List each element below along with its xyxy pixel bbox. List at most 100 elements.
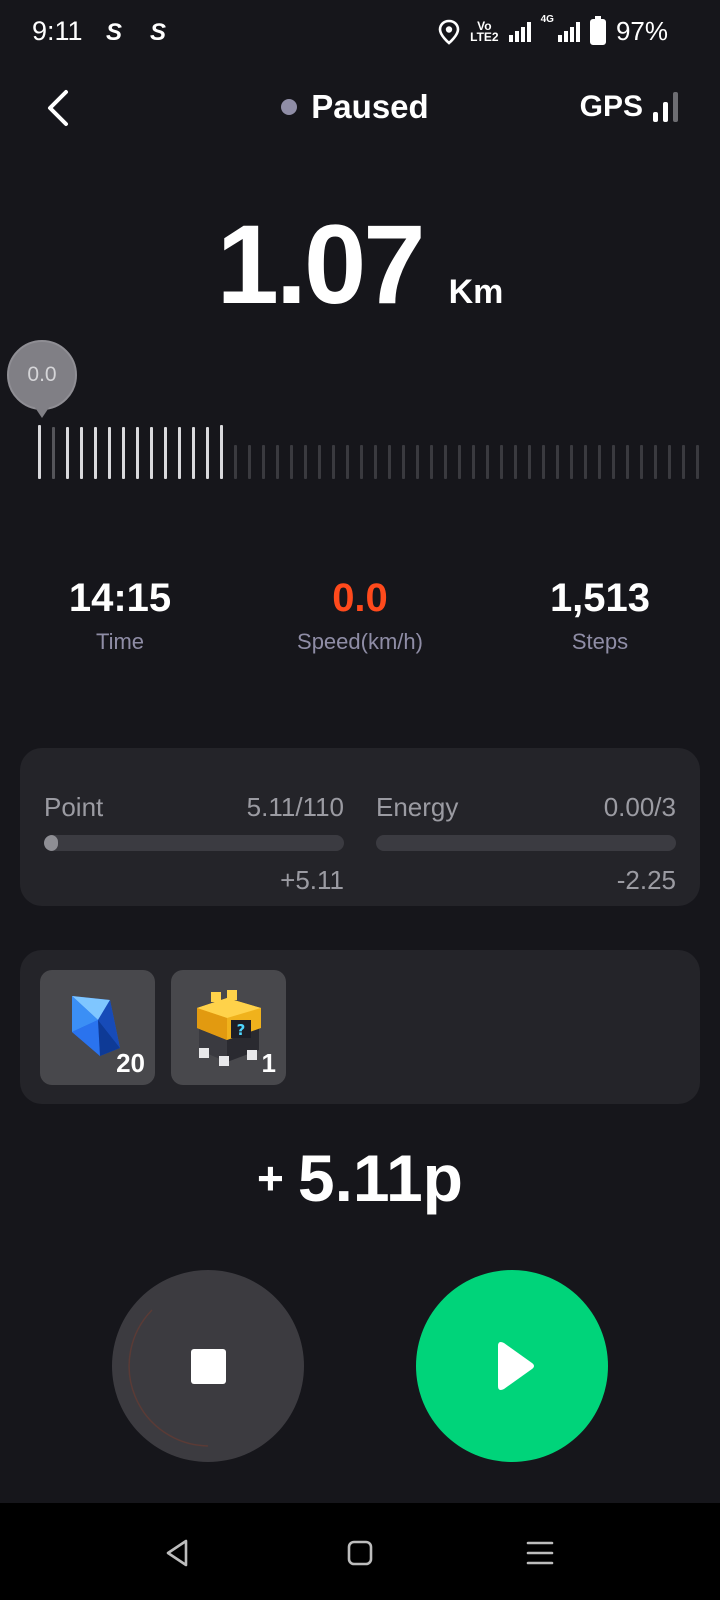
battery-icon bbox=[589, 15, 606, 45]
status-dot-icon bbox=[281, 99, 298, 115]
gauge-tick bbox=[668, 445, 671, 479]
nav-menu-button[interactable] bbox=[520, 1533, 560, 1573]
status-bar: 9:11 S S Vo LTE2 4G 97% bbox=[0, 0, 720, 66]
gauge-tick bbox=[164, 427, 167, 479]
play-icon bbox=[498, 1342, 534, 1390]
gauge-tick bbox=[192, 427, 195, 479]
gauge-tick bbox=[206, 427, 209, 479]
gauge-tick bbox=[430, 445, 433, 479]
point-progress-fill bbox=[44, 835, 58, 851]
gauge-tick bbox=[416, 445, 419, 479]
gauge-tick bbox=[66, 427, 69, 479]
point-value: 5.11/110 bbox=[246, 792, 344, 822]
triangle-back-icon bbox=[166, 1539, 188, 1567]
header: Paused GPS bbox=[0, 80, 720, 136]
gauge-tick bbox=[178, 427, 181, 479]
distance-unit: Km bbox=[448, 273, 504, 311]
gauge-tick bbox=[346, 445, 349, 479]
gauge-tick bbox=[444, 445, 447, 479]
gauge-tick bbox=[108, 427, 111, 479]
gauge-tick bbox=[374, 445, 377, 479]
gps-signal-bar bbox=[673, 92, 678, 122]
location-icon bbox=[438, 19, 460, 45]
gauge-tick bbox=[122, 427, 125, 479]
speed-bubble-pointer bbox=[34, 406, 50, 418]
gauge-tick bbox=[570, 445, 573, 479]
gps-indicator: GPS bbox=[580, 90, 678, 124]
app-notification-icon: S bbox=[150, 19, 167, 46]
gauge-tick bbox=[52, 427, 55, 479]
gauge-tick bbox=[696, 445, 699, 479]
earned-points: +5.11p bbox=[0, 1140, 720, 1216]
gauge-tick bbox=[248, 445, 251, 479]
square-home-icon bbox=[347, 1540, 373, 1566]
app-notification-icon: S bbox=[106, 19, 123, 46]
point-progress: Point 5.11/110 +5.11 bbox=[44, 792, 344, 896]
gauge-tick bbox=[290, 445, 293, 479]
energy-value: 0.00/3 bbox=[603, 792, 676, 822]
point-label: Point bbox=[44, 792, 104, 822]
gauge-tick bbox=[458, 445, 461, 479]
energy-progress-bar bbox=[376, 835, 676, 851]
gps-label: GPS bbox=[579, 90, 643, 123]
reward-item-gem[interactable]: 20 bbox=[40, 970, 155, 1085]
volte-icon: Vo LTE2 bbox=[470, 18, 499, 44]
energy-progress: Energy 0.00/3 -2.25 bbox=[376, 792, 676, 896]
gps-signal-bar bbox=[663, 102, 668, 122]
gauge-tick bbox=[402, 445, 405, 479]
distance-value: 1.07 bbox=[216, 202, 426, 327]
gauge-tick bbox=[584, 445, 587, 479]
battery-percent: 97% bbox=[615, 16, 668, 46]
gauge-tick bbox=[38, 425, 41, 479]
stat-steps: 1,513 Steps bbox=[480, 576, 720, 655]
steps-value: 1,513 bbox=[549, 576, 651, 620]
speed-bubble: 0.0 bbox=[7, 340, 77, 410]
earned-value: 5.11p bbox=[297, 1141, 463, 1215]
reward-item-box[interactable]: ? 1 bbox=[171, 970, 286, 1085]
gauge-tick bbox=[626, 445, 629, 479]
gauge-tick bbox=[542, 445, 545, 479]
gauge-tick bbox=[136, 427, 139, 479]
gauge-tick bbox=[682, 445, 685, 479]
gauge-tick bbox=[318, 445, 321, 479]
stat-speed: 0.0 Speed(km/h) bbox=[240, 576, 480, 655]
system-nav-bar bbox=[0, 1503, 720, 1600]
gps-signal-bar bbox=[653, 112, 658, 122]
gauge-tick bbox=[262, 445, 265, 479]
gauge-tick bbox=[654, 445, 657, 479]
gauge-tick bbox=[94, 427, 97, 479]
gauge-tick bbox=[500, 445, 503, 479]
gauge-tick bbox=[332, 445, 335, 479]
progress-card: Point 5.11/110 +5.11 Energy 0.00/3 -2.25 bbox=[20, 748, 700, 906]
nav-home-button[interactable] bbox=[340, 1533, 380, 1573]
gauge-tick bbox=[528, 445, 531, 479]
distance-display: 1.07 Km bbox=[0, 200, 720, 329]
point-delta: +5.11 bbox=[280, 865, 344, 895]
gauge-tick bbox=[276, 445, 279, 479]
point-progress-bar bbox=[44, 835, 344, 851]
signal-icon bbox=[508, 21, 531, 42]
svg-text:?: ? bbox=[237, 1021, 246, 1039]
earned-plus: + bbox=[256, 1152, 284, 1204]
network-type-label: 4G bbox=[540, 14, 554, 25]
gauge-tick bbox=[388, 445, 391, 479]
nav-back-button[interactable] bbox=[158, 1533, 198, 1573]
stat-time: 14:15 Time bbox=[0, 576, 240, 655]
gauge-tick bbox=[612, 445, 615, 479]
gauge-tick bbox=[304, 445, 307, 479]
resume-button[interactable] bbox=[416, 1270, 608, 1462]
gauge-tick bbox=[80, 427, 83, 479]
gauge-tick bbox=[556, 445, 559, 479]
time-value: 14:15 bbox=[68, 576, 172, 620]
rewards-card: 20 ? 1 bbox=[20, 950, 700, 1104]
stop-icon bbox=[191, 1349, 226, 1384]
speed-value: 0.0 bbox=[332, 576, 388, 620]
gauge-tick bbox=[514, 445, 517, 479]
speed-label: Speed(km/h) bbox=[297, 629, 423, 654]
stop-button[interactable] bbox=[112, 1270, 304, 1462]
gem-count: 20 bbox=[116, 1048, 145, 1078]
speed-gauge bbox=[38, 425, 699, 489]
gauge-tick bbox=[150, 427, 153, 479]
gauge-tick bbox=[234, 445, 237, 479]
gauge-tick bbox=[486, 445, 489, 479]
